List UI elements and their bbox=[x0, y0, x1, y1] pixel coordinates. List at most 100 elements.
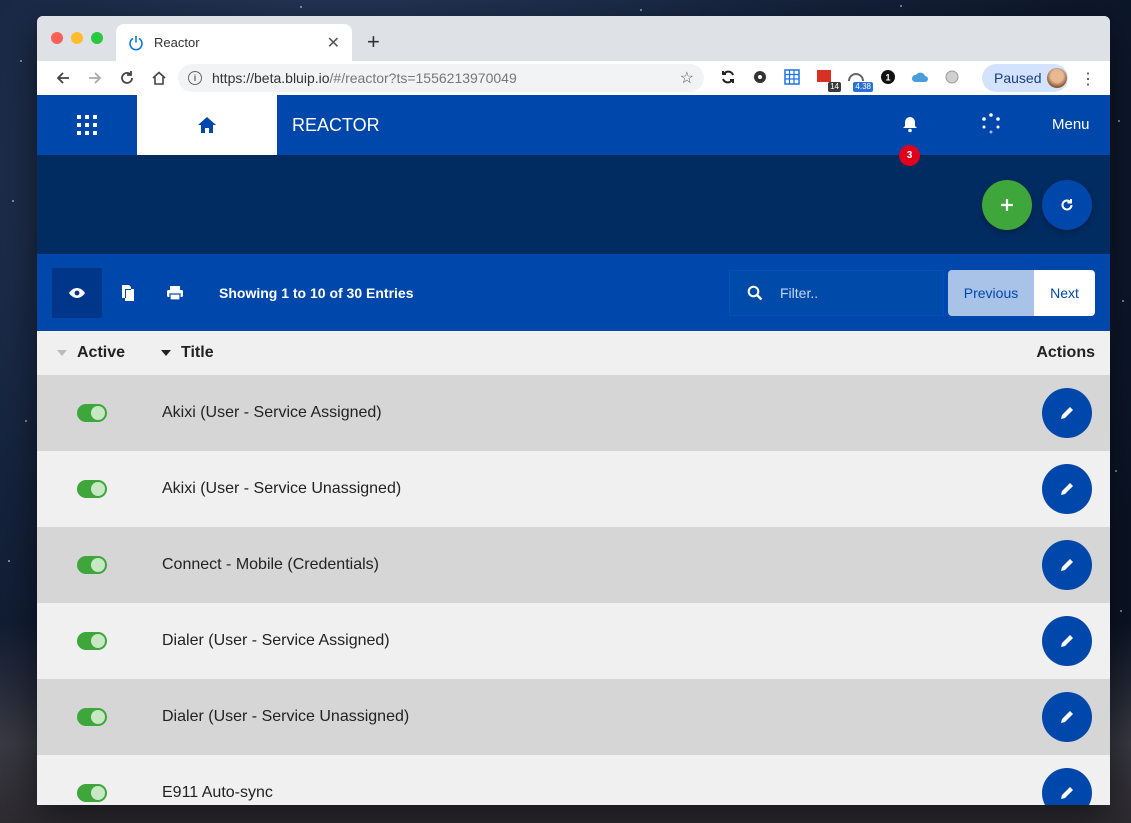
browser-menu-icon[interactable]: ⋮ bbox=[1080, 69, 1096, 89]
printer-icon bbox=[167, 286, 183, 301]
calendar-icon[interactable]: 14 bbox=[813, 66, 841, 92]
home-nav-button[interactable] bbox=[137, 95, 277, 155]
circle-icon[interactable] bbox=[941, 66, 963, 88]
arrow-right-icon bbox=[89, 72, 102, 84]
table-toolbar: Showing 1 to 10 of 30 Entries Previous N… bbox=[37, 254, 1110, 331]
active-toggle[interactable] bbox=[77, 632, 107, 650]
filter-field[interactable] bbox=[729, 270, 944, 316]
info-icon[interactable]: i bbox=[188, 71, 202, 85]
edit-button[interactable] bbox=[1042, 616, 1092, 666]
loading-dots-icon[interactable] bbox=[981, 112, 1001, 136]
row-title: Connect - Mobile (Credentials) bbox=[162, 556, 379, 573]
notification-badge: 3 bbox=[899, 145, 920, 166]
back-button[interactable] bbox=[47, 64, 79, 92]
table-header: Active Title Actions bbox=[37, 331, 1110, 375]
copy-icon bbox=[122, 285, 134, 301]
speed-icon[interactable]: 4.38 bbox=[845, 66, 873, 92]
print-button[interactable] bbox=[150, 268, 200, 318]
copy-button[interactable] bbox=[103, 268, 153, 318]
address-bar[interactable]: i https://beta.bluip.io/#/reactor?ts=155… bbox=[178, 64, 704, 92]
pencil-icon bbox=[1061, 711, 1073, 723]
row-title: Akixi (User - Service Unassigned) bbox=[162, 480, 402, 497]
active-toggle[interactable] bbox=[77, 784, 107, 802]
table-row: Dialer (User - Service Assigned) bbox=[37, 603, 1110, 679]
search-icon bbox=[730, 285, 780, 301]
refresh-icon bbox=[1061, 199, 1073, 211]
column-label-actions: Actions bbox=[1036, 344, 1095, 361]
add-button[interactable] bbox=[982, 180, 1032, 230]
home-button[interactable] bbox=[143, 64, 175, 92]
active-toggle[interactable] bbox=[77, 556, 107, 574]
next-page-button[interactable]: Next bbox=[1034, 270, 1095, 316]
entries-summary: Showing 1 to 10 of 30 Entries bbox=[219, 285, 414, 301]
table-body: Akixi (User - Service Assigned) Akixi (U… bbox=[37, 375, 1110, 805]
extensions-bar: 14 4.38 1 bbox=[717, 66, 963, 92]
edit-button[interactable] bbox=[1042, 464, 1092, 514]
puzzle-icon[interactable] bbox=[749, 66, 771, 88]
close-window-button[interactable] bbox=[51, 32, 63, 44]
home-outline-icon bbox=[152, 71, 166, 85]
zoom-window-button[interactable] bbox=[91, 32, 103, 44]
row-title: Dialer (User - Service Assigned) bbox=[162, 632, 390, 649]
profile-status: Paused bbox=[994, 70, 1042, 86]
url-path: /#/reactor?ts=1556213970049 bbox=[329, 70, 517, 86]
minimize-window-button[interactable] bbox=[71, 32, 83, 44]
column-header-title[interactable]: Title bbox=[161, 344, 214, 362]
browser-toolbar: i https://beta.bluip.io/#/reactor?ts=155… bbox=[37, 61, 1110, 95]
previous-page-button[interactable]: Previous bbox=[948, 270, 1034, 316]
pencil-icon bbox=[1061, 407, 1073, 419]
close-tab-icon[interactable]: ✕ bbox=[327, 33, 340, 53]
grid-icon[interactable] bbox=[781, 66, 803, 88]
cloud-icon[interactable] bbox=[909, 66, 931, 88]
arrow-left-icon bbox=[56, 72, 69, 84]
filter-input[interactable] bbox=[780, 285, 930, 301]
url-text: https://beta.bluip.io/#/reactor?ts=15562… bbox=[212, 70, 680, 86]
column-header-actions: Actions bbox=[1036, 344, 1095, 362]
table-row: Akixi (User - Service Unassigned) bbox=[37, 451, 1110, 527]
table-row: Dialer (User - Service Unassigned) bbox=[37, 679, 1110, 755]
active-toggle[interactable] bbox=[77, 404, 107, 422]
one-icon[interactable]: 1 bbox=[877, 66, 899, 88]
plus-icon bbox=[1001, 199, 1013, 211]
refresh-button[interactable] bbox=[1042, 180, 1092, 230]
menu-button[interactable]: Menu bbox=[1052, 116, 1090, 133]
reload-button[interactable] bbox=[111, 64, 143, 92]
power-icon bbox=[129, 35, 143, 50]
pencil-icon bbox=[1061, 787, 1073, 799]
edit-button[interactable] bbox=[1042, 692, 1092, 742]
sort-caret-icon bbox=[57, 350, 67, 356]
browser-tab[interactable]: Reactor ✕ bbox=[116, 24, 352, 61]
reload-icon bbox=[121, 71, 133, 84]
bookmark-star-icon[interactable]: ☆ bbox=[680, 68, 694, 88]
tab-strip: Reactor ✕ + bbox=[37, 16, 1110, 61]
edit-button[interactable] bbox=[1042, 540, 1092, 590]
forward-button[interactable] bbox=[79, 64, 111, 92]
column-header-active[interactable]: Active bbox=[57, 344, 125, 362]
edit-button[interactable] bbox=[1042, 768, 1092, 805]
speed-badge: 4.38 bbox=[853, 82, 873, 92]
new-tab-button[interactable]: + bbox=[367, 29, 380, 55]
table-row: Akixi (User - Service Assigned) bbox=[37, 375, 1110, 451]
browser-window: Reactor ✕ + i https://beta.bluip.io/#/re… bbox=[37, 16, 1110, 805]
profile-button[interactable]: Paused bbox=[982, 64, 1068, 92]
tab-title: Reactor bbox=[154, 35, 200, 50]
active-toggle[interactable] bbox=[77, 480, 107, 498]
table-row: E911 Auto-sync bbox=[37, 755, 1110, 805]
row-title: Dialer (User - Service Unassigned) bbox=[162, 708, 410, 725]
page-hero bbox=[37, 155, 1110, 254]
home-icon bbox=[198, 117, 216, 133]
app-header: REACTOR Menu bbox=[37, 95, 1110, 155]
calendar-badge: 14 bbox=[828, 82, 841, 92]
eye-icon bbox=[69, 288, 85, 298]
svg-text:1: 1 bbox=[885, 73, 890, 83]
notifications-button[interactable] bbox=[899, 113, 921, 135]
view-button[interactable] bbox=[52, 268, 102, 318]
column-label-active: Active bbox=[77, 344, 126, 361]
apps-grid-icon bbox=[77, 115, 97, 135]
sync-icon[interactable] bbox=[717, 66, 739, 88]
edit-button[interactable] bbox=[1042, 388, 1092, 438]
apps-button[interactable] bbox=[37, 95, 137, 155]
column-label-title: Title bbox=[181, 344, 214, 361]
bell-icon bbox=[903, 117, 917, 133]
active-toggle[interactable] bbox=[77, 708, 107, 726]
